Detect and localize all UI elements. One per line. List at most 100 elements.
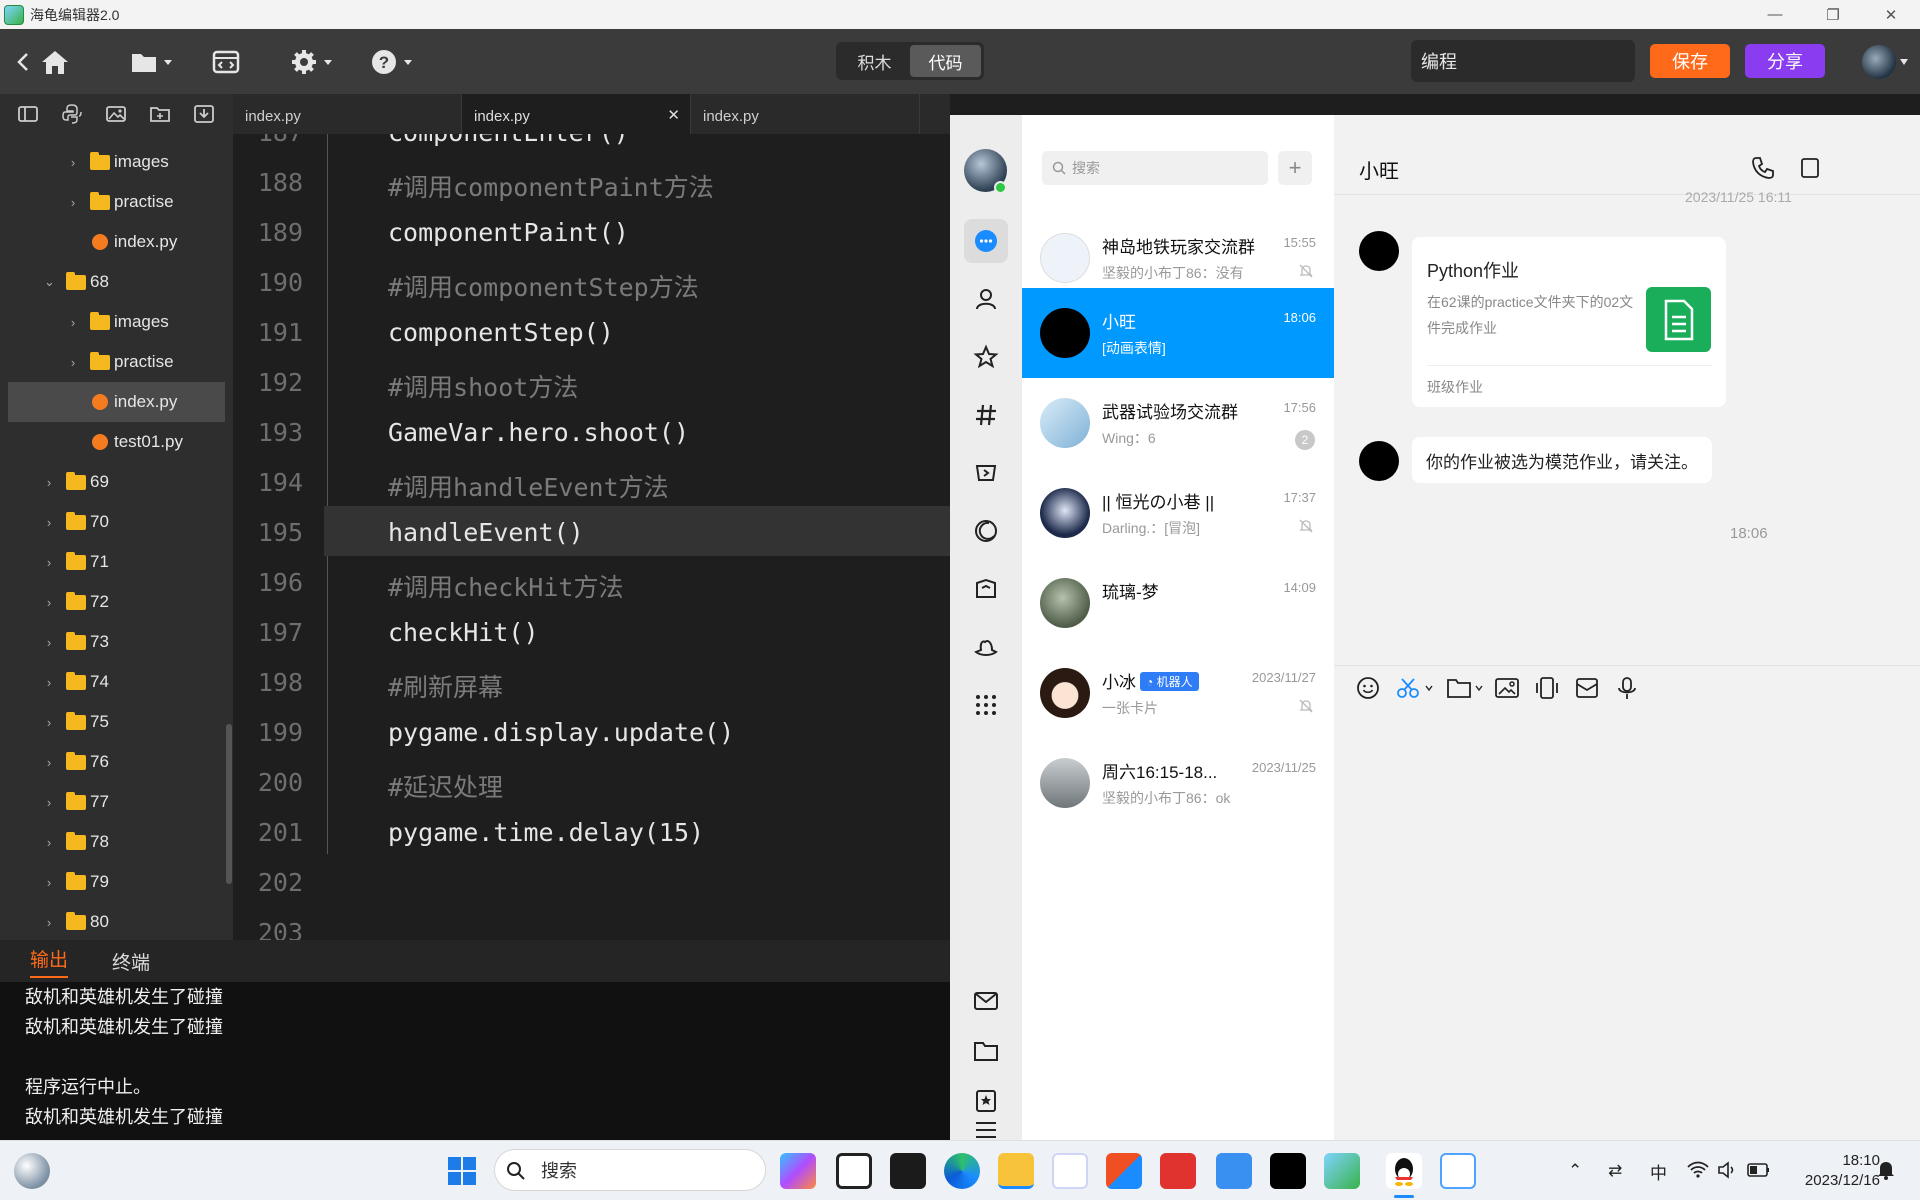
menu-icon[interactable] [964, 1119, 1008, 1139]
tree-folder[interactable]: › 73 [0, 622, 233, 662]
channel-hash-icon[interactable] [964, 393, 1008, 437]
cloud-drive-icon[interactable] [1216, 1153, 1252, 1189]
tree-folder[interactable]: › 69 [0, 462, 233, 502]
tree-folder[interactable]: › images [0, 302, 233, 342]
toolbar-search-input[interactable]: 编程 [1411, 40, 1635, 82]
tree-folder[interactable]: › 78 [0, 822, 233, 862]
home-icon[interactable] [40, 29, 70, 94]
more-apps-icon[interactable] [964, 683, 1008, 727]
file-send-icon[interactable] [1446, 676, 1486, 700]
weather-widget-icon[interactable] [14, 1153, 50, 1189]
messages-icon[interactable] [964, 219, 1008, 263]
conversation-item[interactable]: 武器试验场交流群 Wing：6 17:56 2 [1022, 378, 1334, 468]
contacts-icon[interactable] [964, 277, 1008, 321]
taskbar-search[interactable]: 搜索 [494, 1149, 766, 1191]
terminal-icon[interactable] [890, 1153, 926, 1189]
minimize-button[interactable]: — [1746, 0, 1804, 29]
ime-indicator[interactable]: 中 [1650, 1141, 1667, 1200]
folder-menu-icon[interactable] [130, 29, 176, 94]
tree-folder[interactable]: › 76 [0, 742, 233, 782]
settings-gear-icon[interactable] [290, 29, 336, 94]
python-file-icon[interactable] [50, 94, 94, 134]
red-packet-icon[interactable] [1574, 676, 1600, 700]
turtle-editor-icon[interactable] [1324, 1153, 1360, 1189]
homework-card[interactable]: Python作业 在62课的practice文件夹下的02文件完成作业 班级作业 [1412, 237, 1726, 407]
conversation-search-input[interactable]: 搜索 [1042, 151, 1268, 185]
star-icon[interactable] [964, 335, 1008, 379]
tree-folder[interactable]: › 72 [0, 582, 233, 622]
tree-folder[interactable]: › 74 [0, 662, 233, 702]
store-icon[interactable] [1106, 1153, 1142, 1189]
mail-app-icon[interactable] [1052, 1153, 1088, 1189]
sender-avatar[interactable] [1359, 441, 1399, 481]
screenshot-scissors-icon[interactable] [1396, 676, 1436, 700]
tree-folder[interactable]: › practise [0, 342, 233, 382]
conversation-item[interactable]: 小冰 ◔ 机器人 一张卡片 2023/11/27 [1022, 648, 1334, 738]
huawei-app-icon[interactable] [1160, 1153, 1196, 1189]
tree-folder[interactable]: › images [0, 142, 233, 182]
conversation-item[interactable]: 周六16:15-18... 坚毅的小布丁86：ok 2023/11/25 [1022, 738, 1334, 828]
hat-icon[interactable] [964, 625, 1008, 669]
tree-folder[interactable]: ⌄ 68 [0, 262, 233, 302]
notepad-icon[interactable] [1440, 1153, 1476, 1189]
image-icon[interactable] [94, 94, 138, 134]
user-avatar[interactable] [1862, 45, 1896, 79]
folder-icon[interactable] [964, 1029, 1008, 1073]
editor-tab-active[interactable]: index.py ✕ [462, 94, 691, 134]
microphone-icon[interactable] [1616, 676, 1638, 700]
sidebar-scrollbar[interactable] [226, 724, 232, 884]
tray-overflow-icon[interactable]: ⌃ [1568, 1141, 1582, 1200]
emoji-icon[interactable] [1356, 676, 1380, 700]
tree-file-selected[interactable]: index.py [8, 382, 225, 422]
tree-folder[interactable]: › 80 [0, 902, 233, 942]
restore-button[interactable]: ❐ [1804, 0, 1862, 29]
mail-icon[interactable] [964, 979, 1008, 1023]
download-icon[interactable] [182, 94, 226, 134]
create-chat-button[interactable]: + [1278, 151, 1312, 185]
qq-app-icon[interactable] [1386, 1153, 1422, 1189]
tab-terminal[interactable]: 终端 [112, 948, 150, 975]
editor-tab[interactable]: index.py [233, 94, 462, 134]
tiktok-icon[interactable] [1270, 1153, 1306, 1189]
help-icon[interactable]: ? [370, 29, 416, 94]
chevron-down-icon[interactable] [1898, 29, 1910, 94]
tree-folder[interactable]: › 77 [0, 782, 233, 822]
mode-code-tab[interactable]: 代码 [910, 45, 981, 77]
file-explorer-icon[interactable] [998, 1153, 1034, 1189]
conversation-item[interactable]: || 恒光の小巷 || Darling.：[冒泡] 17:37 [1022, 468, 1334, 558]
share-button[interactable]: 分享 [1745, 44, 1825, 78]
tree-folder[interactable]: › practise [0, 182, 233, 222]
save-button[interactable]: 保存 [1650, 44, 1730, 78]
tree-file[interactable]: test01.py [0, 422, 233, 462]
folder-docs-icon[interactable] [964, 567, 1008, 611]
more-options-icon[interactable] [1800, 157, 1820, 179]
tree-folder[interactable]: › 70 [0, 502, 233, 542]
tray-switch-icon[interactable]: ⇄ [1608, 1141, 1622, 1200]
editor-tab[interactable]: index.py [691, 94, 920, 134]
tree-folder[interactable]: › 75 [0, 702, 233, 742]
notification-bell-icon[interactable] [1875, 1159, 1897, 1181]
copilot-icon[interactable] [780, 1153, 816, 1189]
wifi-icon[interactable] [1686, 1159, 1710, 1181]
tree-folder[interactable]: › 79 [0, 862, 233, 902]
mode-blocks-tab[interactable]: 积木 [839, 45, 910, 77]
code-editor[interactable]: 187 componentEnter() 188 #调用componentPaint… [233, 134, 950, 940]
close-window-button[interactable]: ✕ [1862, 0, 1920, 29]
tab-output[interactable]: 输出 [30, 945, 69, 978]
bookmark-icon[interactable] [964, 1079, 1008, 1123]
edge-browser-icon[interactable] [944, 1153, 980, 1189]
close-tab-icon[interactable]: ✕ [667, 106, 680, 124]
conversation-item[interactable]: 琉璃-梦 14:09 [1022, 558, 1334, 648]
battery-icon[interactable] [1746, 1161, 1772, 1179]
tree-folder[interactable]: › 71 [0, 542, 233, 582]
shake-icon[interactable] [1534, 676, 1560, 700]
task-view-icon[interactable] [836, 1153, 872, 1189]
code-window-icon[interactable] [212, 29, 240, 94]
back-icon[interactable] [14, 29, 34, 94]
sender-avatar[interactable] [1359, 231, 1399, 271]
tree-file[interactable]: index.py [0, 222, 233, 262]
voice-call-icon[interactable] [1750, 155, 1776, 181]
toggle-sidebar-icon[interactable] [6, 94, 50, 134]
volume-icon[interactable] [1716, 1159, 1738, 1181]
image-send-icon[interactable] [1494, 676, 1520, 700]
